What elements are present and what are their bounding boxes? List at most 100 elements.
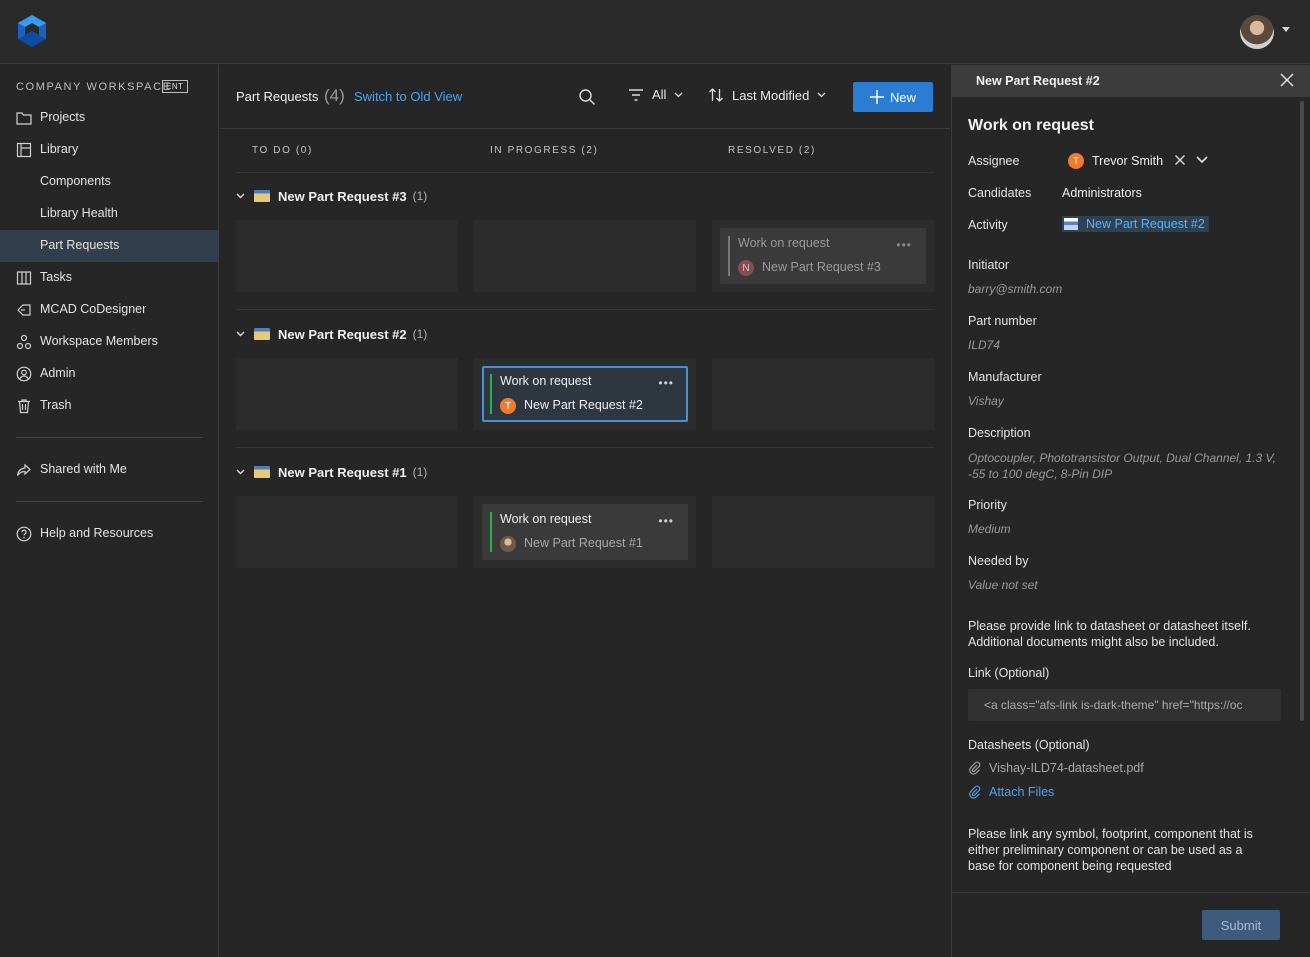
sidebar: COMPANY WORKSPACE ENT Projects Library C…: [0, 65, 219, 957]
description-value: Optocoupler, Phototransistor Output, Dua…: [968, 451, 1276, 481]
kanban-icon: [16, 270, 32, 286]
sidebar-item-tasks[interactable]: Tasks: [0, 262, 219, 294]
priority-value: Medium: [968, 522, 1011, 536]
sidebar-divider: [16, 501, 203, 502]
sidebar-item-label: Tasks: [40, 270, 72, 284]
status-bar: [490, 512, 492, 552]
group-header[interactable]: New Part Request #3 (1): [236, 186, 427, 206]
avatar: T: [500, 398, 516, 414]
divider: [236, 447, 934, 448]
sidebar-item-label: Workspace Members: [40, 334, 158, 348]
sidebar-item-label: Shared with Me: [40, 462, 127, 476]
part-request-icon: [254, 328, 270, 340]
attach-files-label: Attach Files: [989, 785, 1055, 799]
group-header[interactable]: New Part Request #1 (1): [236, 462, 427, 482]
sidebar-item-label: Components: [40, 174, 111, 188]
column-header-todo: TO DO (0): [252, 145, 313, 156]
activity-value: New Part Request #2: [1086, 217, 1205, 231]
board-cell: [236, 358, 458, 430]
clear-assignee-icon[interactable]: [1174, 154, 1186, 166]
sidebar-item-components[interactable]: Components: [0, 166, 219, 198]
account-menu-caret-icon[interactable]: [1282, 27, 1290, 32]
sidebar-item-mcad-codesigner[interactable]: MCAD CoDesigner: [0, 294, 219, 326]
group-title: New Part Request #1: [278, 464, 407, 480]
assignee-avatar: T: [1068, 153, 1084, 169]
board-cell: [712, 358, 934, 430]
chevron-down-icon: [674, 92, 683, 98]
group-header[interactable]: New Part Request #2 (1): [236, 324, 427, 344]
chevron-down-icon: [236, 469, 246, 475]
chevron-down-icon: [236, 193, 246, 199]
status-bar: [728, 236, 730, 276]
new-request-button[interactable]: New: [853, 82, 933, 112]
manufacturer-label: Manufacturer: [968, 370, 1042, 384]
sidebar-item-projects[interactable]: Projects: [0, 102, 219, 134]
activity-link[interactable]: New Part Request #2: [1062, 216, 1209, 232]
part-number-value: ILD74: [968, 338, 1001, 352]
sidebar-item-part-requests[interactable]: Part Requests: [0, 230, 219, 262]
sidebar-divider: [16, 437, 203, 438]
sidebar-item-admin[interactable]: Admin: [0, 358, 219, 390]
more-options-icon[interactable]: •••: [896, 238, 912, 252]
column-header-in-progress: IN PROGRESS (2): [490, 145, 599, 156]
main-board-area: Part Requests (4) Switch to Old View All…: [220, 65, 950, 957]
assignee-value[interactable]: Trevor Smith: [1092, 154, 1163, 168]
datasheets-label: Datasheets (Optional): [968, 738, 1090, 752]
workspace-badge: ENT: [162, 80, 188, 93]
avatar: N: [738, 260, 754, 276]
board-cell: Work on request ••• T New Part Request #…: [474, 358, 696, 430]
top-bar: [0, 0, 1310, 64]
sidebar-item-help[interactable]: Help and Resources: [0, 518, 219, 550]
sidebar-item-label: Part Requests: [40, 238, 120, 252]
library-icon: [16, 142, 32, 158]
board-cell: [474, 220, 696, 292]
sidebar-item-label: Library Health: [40, 206, 118, 220]
group-title: New Part Request #2: [278, 326, 407, 342]
card-subtitle: New Part Request #2: [524, 398, 643, 412]
user-avatar[interactable]: [1240, 15, 1274, 49]
sidebar-item-library-health[interactable]: Library Health: [0, 198, 219, 230]
share-icon: [16, 462, 32, 478]
scrollbar[interactable]: [1300, 101, 1304, 721]
candidates-value: Administrators: [1062, 186, 1142, 200]
sidebar-item-workspace-members[interactable]: Workspace Members: [0, 326, 219, 358]
sidebar-item-label: MCAD CoDesigner: [40, 302, 147, 316]
more-options-icon[interactable]: •••: [658, 376, 674, 390]
card-subtitle: New Part Request #3: [762, 260, 881, 274]
task-card-selected[interactable]: Work on request ••• T New Part Request #…: [482, 366, 688, 422]
sidebar-item-label: Library: [40, 142, 79, 156]
sidebar-item-library[interactable]: Library: [0, 134, 219, 166]
group-count: (1): [412, 189, 428, 203]
task-card[interactable]: Work on request ••• New Part Request #1: [482, 504, 688, 560]
board-cell: Work on request ••• N New Part Request #…: [712, 220, 934, 292]
needed-by-label: Needed by: [968, 554, 1029, 568]
close-icon[interactable]: [1278, 71, 1296, 89]
paperclip-icon: [968, 785, 981, 799]
filter-label: All: [652, 87, 667, 102]
avatar: [500, 536, 516, 552]
sidebar-item-shared-with-me[interactable]: Shared with Me: [0, 454, 219, 486]
chevron-down-icon: [817, 92, 826, 98]
needed-by-value: Value not set: [968, 578, 1038, 592]
submit-button[interactable]: Submit: [1202, 910, 1280, 940]
part-request-icon: [254, 466, 270, 478]
part-request-icon: [1064, 218, 1078, 230]
sidebar-item-trash[interactable]: Trash: [0, 390, 219, 422]
attach-files-button[interactable]: Attach Files: [968, 785, 1054, 799]
more-options-icon[interactable]: •••: [658, 514, 674, 528]
column-header-resolved: RESOLVED (2): [728, 145, 816, 156]
filter-icon: [628, 88, 644, 102]
app-logo-icon[interactable]: [16, 14, 48, 48]
task-card[interactable]: Work on request ••• N New Part Request #…: [720, 228, 926, 284]
initiator-value: barry@smith.com: [968, 282, 1063, 296]
divider: [236, 172, 934, 173]
priority-label: Priority: [968, 498, 1007, 512]
status-bar: [490, 374, 492, 414]
sort-dropdown[interactable]: Last Modified: [708, 87, 826, 103]
chevron-down-icon[interactable]: [1196, 156, 1208, 164]
link-input[interactable]: <a class="afs-link is-dark-theme" href="…: [968, 689, 1281, 721]
filter-dropdown[interactable]: All: [628, 87, 683, 102]
switch-old-view-link[interactable]: Switch to Old View: [354, 89, 462, 104]
datasheet-file[interactable]: Vishay-ILD74-datasheet.pdf: [968, 761, 1144, 775]
search-icon[interactable]: [578, 88, 596, 106]
